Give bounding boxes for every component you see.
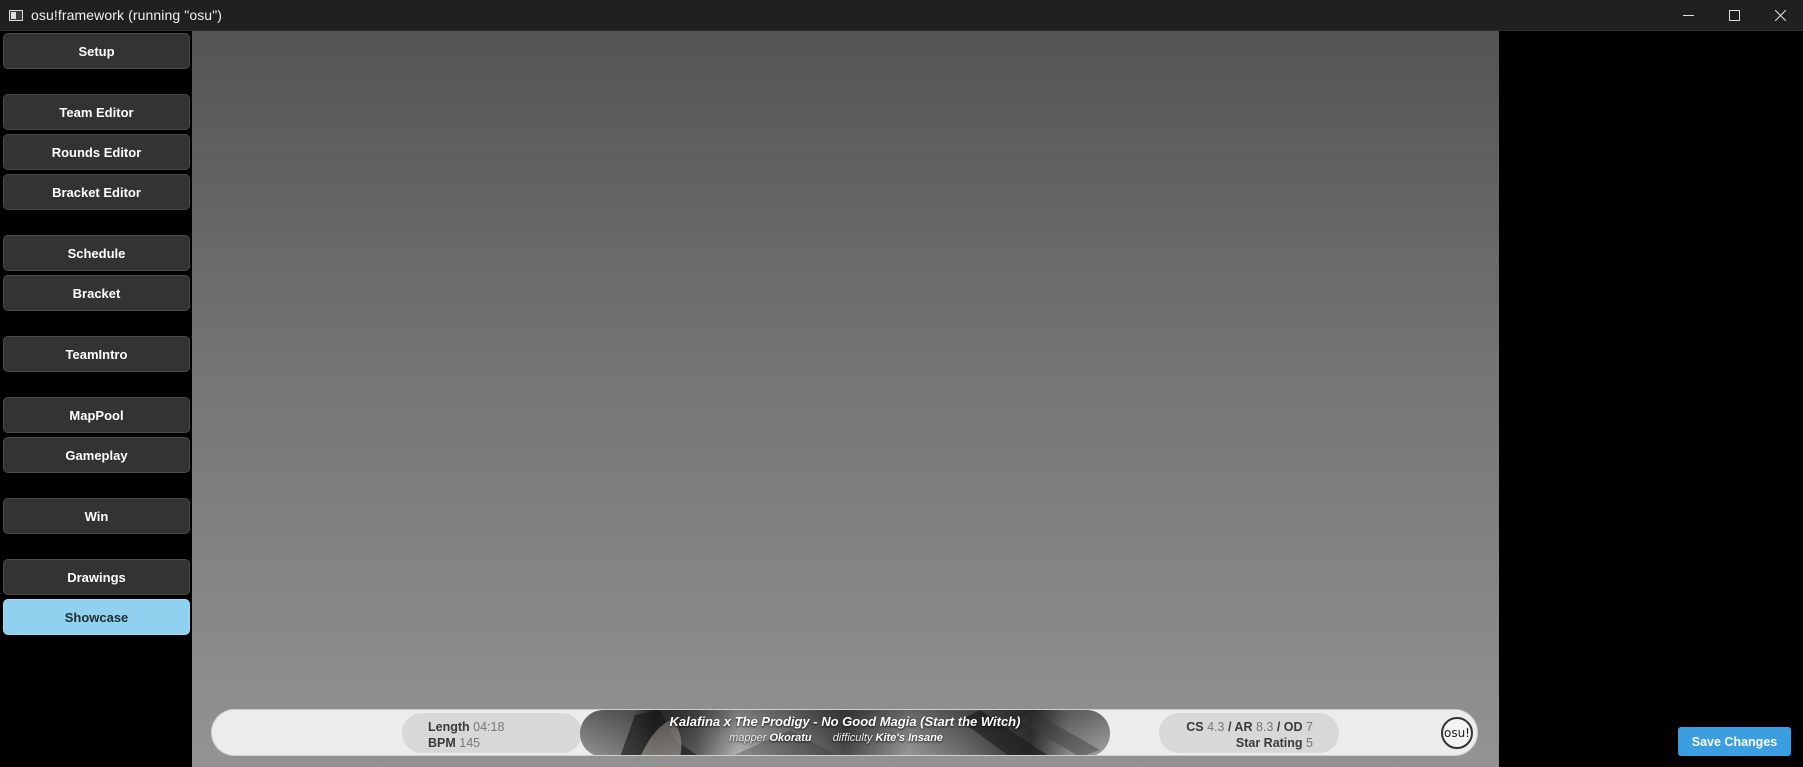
beatmap-length-bpm: Length 04:18 BPM 145 bbox=[402, 713, 582, 753]
window-controls bbox=[1665, 0, 1803, 31]
beatmap-difficulty-stats: CS 4.3 / AR 8.3 / OD 7 Star Rating 5 bbox=[1159, 713, 1339, 753]
sidebar-item-bracket[interactable]: Bracket bbox=[3, 275, 190, 311]
sidebar-item-schedule[interactable]: Schedule bbox=[3, 235, 190, 271]
star-rating-label: Star Rating bbox=[1235, 736, 1303, 750]
difficulty-label: difficulty bbox=[832, 732, 873, 744]
sidebar-item-drawings[interactable]: Drawings bbox=[3, 559, 190, 595]
sidebar-item-bracket-editor[interactable]: Bracket Editor bbox=[3, 174, 190, 210]
sidebar-item-win[interactable]: Win bbox=[3, 498, 190, 534]
bpm-value: 145 bbox=[459, 736, 481, 750]
minimize-button[interactable] bbox=[1665, 0, 1711, 31]
cs-label: CS bbox=[1186, 720, 1204, 734]
close-button[interactable] bbox=[1757, 0, 1803, 31]
osu-logo-icon: osu! bbox=[1441, 717, 1473, 749]
length-value: 04:18 bbox=[473, 720, 505, 734]
bpm-label: BPM bbox=[428, 736, 456, 750]
beatmap-banner: Kalafina x The Prodigy - No Good Magia (… bbox=[580, 710, 1110, 755]
sidebar-item-showcase[interactable]: Showcase bbox=[3, 599, 190, 635]
minimize-icon bbox=[1682, 15, 1694, 16]
maximize-icon bbox=[1728, 10, 1740, 21]
sidebar-item-rounds-editor[interactable]: Rounds Editor bbox=[3, 134, 190, 170]
beatmap-info-bar: Length 04:18 BPM 145 Kalafina x The Prod… bbox=[211, 709, 1478, 756]
app-icon bbox=[9, 9, 23, 21]
sidebar: Setup Team Editor Rounds Editor Bracket … bbox=[0, 31, 192, 767]
showcase-area bbox=[192, 31, 1499, 767]
maximize-button[interactable] bbox=[1711, 0, 1757, 31]
mapper-value: Okoratu bbox=[769, 732, 812, 744]
difficulty-value: Kite's Insane bbox=[875, 732, 943, 744]
sidebar-item-mappool[interactable]: MapPool bbox=[3, 397, 190, 433]
close-icon bbox=[1774, 10, 1786, 21]
cs-value: 4.3 bbox=[1207, 720, 1225, 734]
sidebar-item-teamintro[interactable]: TeamIntro bbox=[3, 336, 190, 372]
right-panel bbox=[1499, 31, 1803, 767]
beatmap-title: Kalafina x The Prodigy - No Good Magia (… bbox=[669, 714, 1021, 729]
window-title-bar: osu!framework (running "osu") bbox=[0, 0, 1803, 31]
ar-value: 8.3 bbox=[1255, 720, 1274, 734]
save-changes-button[interactable]: Save Changes bbox=[1678, 727, 1791, 756]
sidebar-item-setup[interactable]: Setup bbox=[3, 33, 190, 69]
ar-label: / AR bbox=[1227, 720, 1253, 734]
star-rating-value: 5 bbox=[1306, 736, 1313, 750]
od-label: / OD bbox=[1276, 720, 1303, 734]
window-title: osu!framework (running "osu") bbox=[31, 7, 223, 23]
od-value: 7 bbox=[1306, 720, 1313, 734]
sidebar-item-team-editor[interactable]: Team Editor bbox=[3, 94, 190, 130]
mapper-label: mapper bbox=[729, 732, 767, 744]
beatmap-subtitle: mapper Okoratu difficulty Kite's Insane bbox=[580, 732, 1110, 744]
length-label: Length bbox=[428, 720, 470, 734]
sidebar-item-gameplay[interactable]: Gameplay bbox=[3, 437, 190, 473]
